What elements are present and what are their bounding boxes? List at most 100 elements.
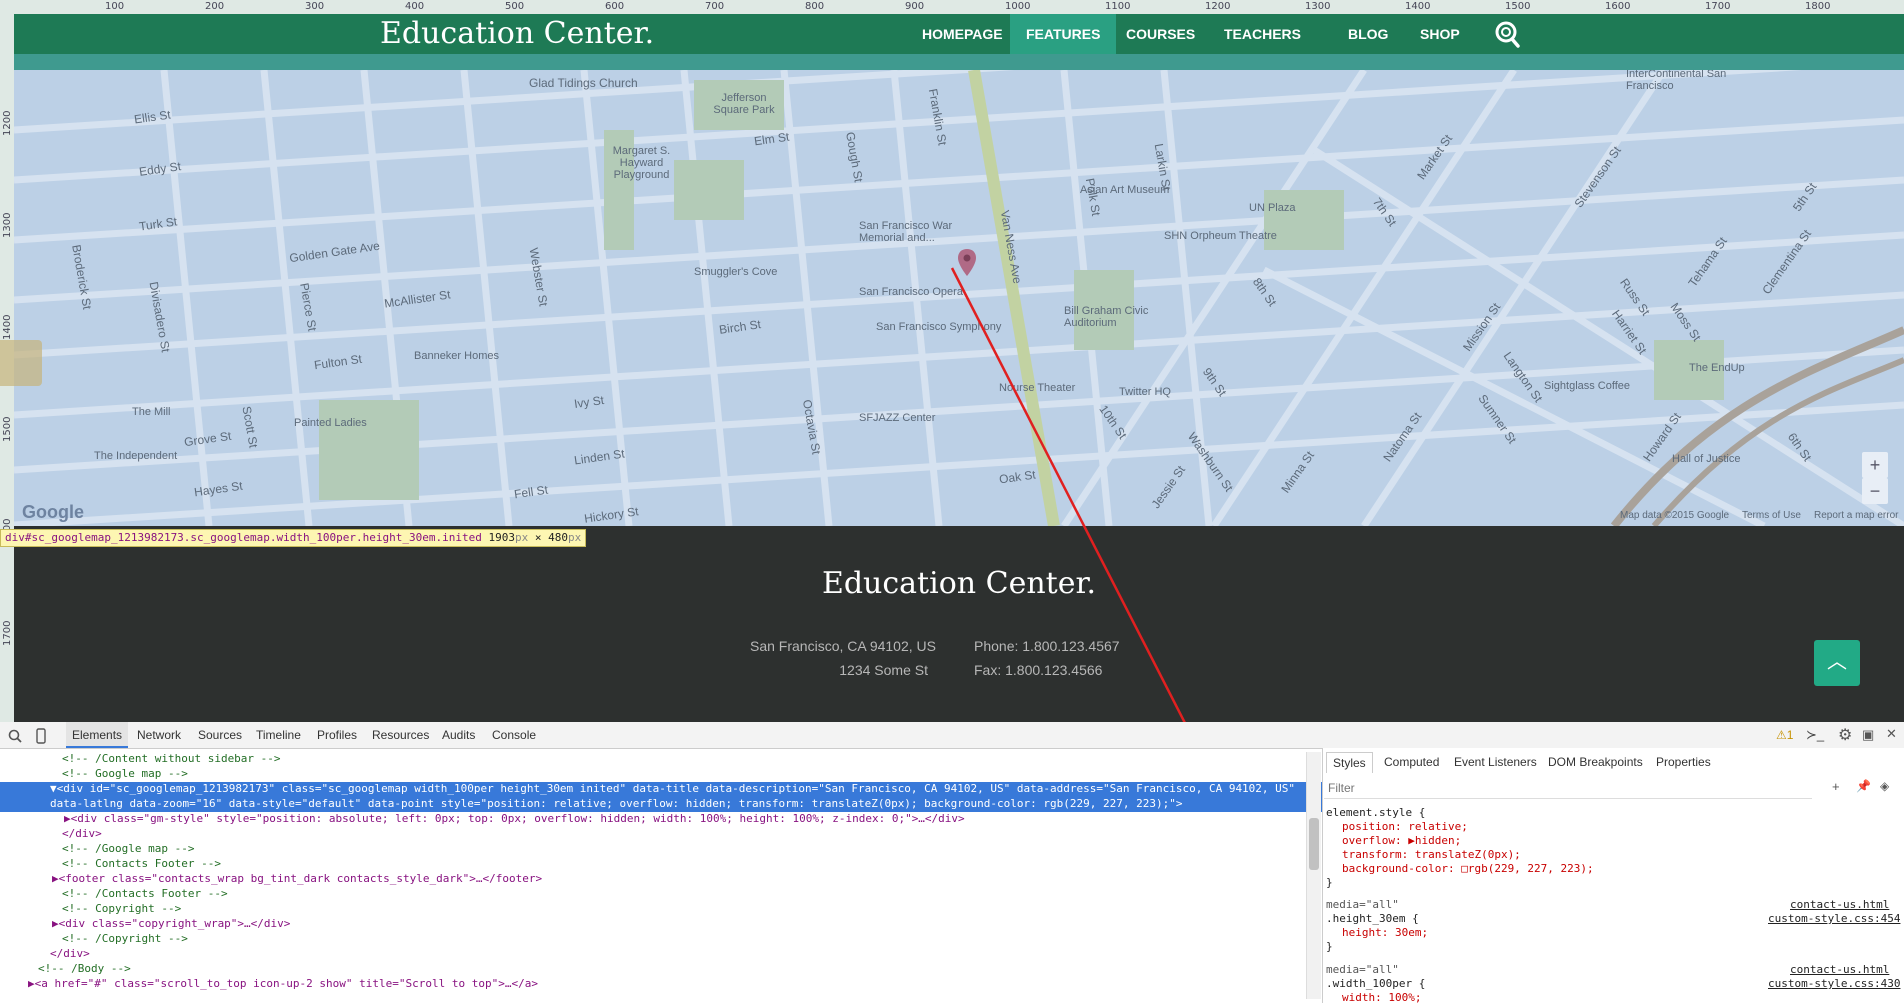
dom-node[interactable]: ▶<footer class="contacts_wrap bg_tint_da…	[0, 872, 1358, 885]
rule-selector[interactable]: .height_30em {	[1326, 912, 1419, 925]
ruler-tick-label: 1200	[2, 110, 13, 136]
dom-node[interactable]: <!-- Contacts Footer -->	[0, 857, 1368, 870]
inspect-height: 480	[548, 531, 568, 544]
top-ruler: 100 200 300 400 500 600 700 800 900 1000 1100 1200 1…	[0, 0, 1904, 15]
map-label: San Francisco War Memorial and...	[859, 220, 953, 244]
rule-selector[interactable]: .width_100per {	[1326, 977, 1425, 990]
ruler-tick-label: 1800	[1805, 1, 1831, 12]
dom-node[interactable]: <!-- /Google map -->	[0, 842, 1368, 855]
css-property[interactable]: width: 100%;	[1342, 991, 1421, 1004]
rule-source-link[interactable]: contact-us.html	[1790, 963, 1889, 976]
close-icon[interactable]: ✕	[1886, 726, 1897, 742]
warning-indicator[interactable]: ⚠1	[1776, 728, 1793, 742]
dom-node[interactable]: ▶<div class="gm-style" style="position: …	[0, 812, 1370, 825]
console-drawer-icon[interactable]: ≻_	[1806, 727, 1824, 743]
dom-node[interactable]: <!-- /Copyright -->	[0, 932, 1368, 945]
ruler-tick-label: 1400	[1405, 1, 1431, 12]
pin-icon[interactable]: 📌	[1856, 779, 1871, 793]
styles-filter-input[interactable]	[1324, 778, 1812, 799]
dom-node[interactable]: </div>	[0, 947, 1356, 960]
site-logo[interactable]: Education Center.	[380, 14, 654, 54]
tab-computed[interactable]: Computed	[1378, 752, 1445, 772]
dom-node[interactable]: <!-- /Contacts Footer -->	[0, 887, 1368, 900]
google-map[interactable]: Glad Tidings Church Jefferson Square Par…	[14, 70, 1904, 526]
dom-node[interactable]: <!-- /Content without sidebar -->	[0, 752, 1368, 765]
dom-node-selected[interactable]: ▼<div id="sc_googlemap_1213982173" class…	[0, 782, 1356, 797]
dom-node[interactable]: ▶<div class="copyright_wrap">…</div>	[0, 917, 1358, 930]
rule-media: media="all"	[1326, 898, 1399, 911]
ruler-tick-label: 300	[305, 1, 325, 12]
rule-file-link[interactable]: custom-style.css:454	[1768, 912, 1900, 925]
ruler-tick-label: 400	[405, 1, 425, 12]
tab-timeline[interactable]: Timeline	[250, 722, 307, 748]
nav-homepage[interactable]: HOMEPAGE	[906, 14, 1019, 54]
tab-audits[interactable]: Audits	[436, 722, 481, 748]
settings-gear-icon[interactable]: ⚙	[1838, 725, 1852, 745]
nav-features[interactable]: FEATURES	[1010, 14, 1117, 54]
footer-logo[interactable]: Education Center.	[14, 566, 1904, 601]
ruler-tick-label: 1300	[2, 212, 13, 238]
dom-node-selected-cont[interactable]: data-latlng data-zoom="16" data-style="d…	[0, 797, 1356, 812]
zoom-out-button[interactable]: −	[1862, 478, 1888, 504]
ruler-tick-label: 1600	[1605, 1, 1631, 12]
ruler-tick-label: 1500	[1505, 1, 1531, 12]
tab-dom-breakpoints[interactable]: DOM Breakpoints	[1542, 752, 1649, 772]
map-label: Glad Tidings Church	[529, 76, 638, 90]
color-format-icon[interactable]: ◈	[1880, 779, 1889, 793]
tab-styles[interactable]: Styles	[1326, 752, 1373, 773]
ruler-tick-label: 1100	[1105, 1, 1131, 12]
map-marker-icon[interactable]	[957, 248, 977, 278]
tab-properties[interactable]: Properties	[1650, 752, 1717, 772]
tab-profiles[interactable]: Profiles	[311, 722, 363, 748]
dock-side-icon[interactable]: ▣	[1862, 727, 1874, 743]
ruler-tick-label: 1700	[1705, 1, 1731, 12]
map-label: San Francisco Symphony	[876, 321, 1002, 333]
footer-fax: Fax: 1.800.123.4566	[974, 662, 1103, 678]
footer-address-line2: 1234 Some St	[839, 662, 928, 678]
css-property[interactable]: overflow: ▶hidden;	[1342, 834, 1461, 847]
zoom-in-button[interactable]: +	[1862, 452, 1888, 478]
inspect-width: 1903	[488, 531, 515, 544]
dom-node[interactable]: <!-- Google map -->	[0, 767, 1368, 780]
search-icon[interactable]	[1494, 20, 1520, 48]
inspect-selector: div#sc_googlemap_1213982173.sc_googlemap…	[5, 531, 482, 544]
rule-file-link[interactable]: custom-style.css:430	[1768, 977, 1900, 990]
nav-shop[interactable]: SHOP	[1404, 14, 1476, 54]
dom-node[interactable]: <!-- Copyright -->	[0, 902, 1368, 915]
report-map-error-link[interactable]: Report a map error	[1814, 510, 1898, 521]
tab-resources[interactable]: Resources	[366, 722, 435, 748]
tab-sources[interactable]: Sources	[192, 722, 248, 748]
dom-scrollbar-thumb[interactable]	[1309, 818, 1319, 870]
dom-tree[interactable]: <!-- /Content without sidebar --> <!-- G…	[0, 748, 1356, 1003]
dom-scrollbar[interactable]	[1306, 752, 1321, 999]
nav-teachers[interactable]: TEACHERS	[1208, 14, 1317, 54]
rule-close: }	[1326, 940, 1333, 953]
tab-elements[interactable]: Elements	[66, 722, 129, 748]
tab-console[interactable]: Console	[486, 722, 542, 748]
tab-event-listeners[interactable]: Event Listeners	[1448, 752, 1543, 772]
inspect-search-icon[interactable]	[8, 729, 22, 743]
scroll-to-top-button[interactable]: ︿	[1814, 640, 1860, 686]
css-property[interactable]: position: relative;	[1342, 820, 1468, 833]
dom-node[interactable]: <!-- /Body -->	[0, 962, 1344, 975]
css-property[interactable]: height: 30em;	[1342, 926, 1428, 939]
device-mode-icon[interactable]	[36, 728, 46, 744]
map-label: Painted Ladies	[294, 417, 367, 429]
new-style-rule-icon[interactable]: +	[1832, 779, 1840, 794]
nav-courses[interactable]: COURSES	[1110, 14, 1211, 54]
ruler-tick-label: 1200	[1205, 1, 1231, 12]
nav-blog[interactable]: BLOG	[1332, 14, 1404, 54]
terms-link[interactable]: Terms of Use	[1742, 510, 1801, 521]
side-toggle-tab[interactable]	[0, 340, 42, 386]
css-property[interactable]: transform: translateZ(0px);	[1342, 848, 1521, 861]
element-style-selector[interactable]: element.style {	[1326, 806, 1425, 819]
dom-node[interactable]: ▶<a href="#" class="scroll_to_top icon-u…	[0, 977, 1334, 990]
map-label: Margaret S. Hayward Playground	[612, 145, 671, 181]
inspect-tooltip: div#sc_googlemap_1213982173.sc_googlemap…	[0, 529, 587, 547]
rule-source-link[interactable]: contact-us.html	[1790, 898, 1889, 911]
ruler-tick-label: 500	[505, 1, 525, 12]
ruler-tick-label: 1300	[1305, 1, 1331, 12]
dom-node[interactable]: </div>	[0, 827, 1368, 840]
css-property[interactable]: background-color: □rgb(229, 227, 223);	[1342, 862, 1594, 875]
tab-network[interactable]: Network	[131, 722, 187, 748]
